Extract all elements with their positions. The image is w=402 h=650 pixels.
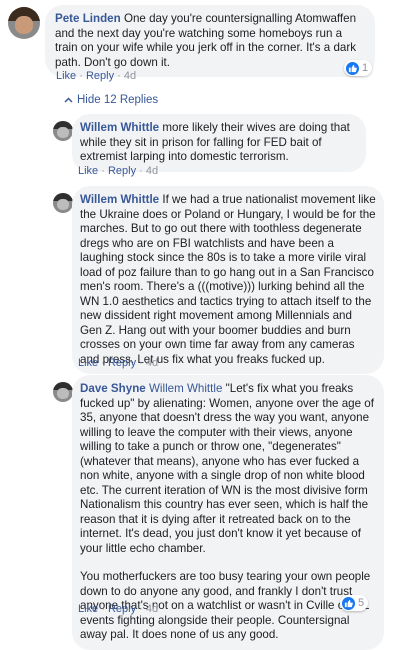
chevron-up-icon (64, 94, 73, 106)
avatar-willem-whittle[interactable] (53, 193, 73, 213)
comment-bubble: Pete Linden One day you're countersignal… (45, 5, 375, 77)
reaction-count-badge[interactable]: 1 (344, 60, 373, 76)
like-link[interactable]: Like (78, 357, 98, 369)
timestamp[interactable]: 4d (124, 70, 136, 82)
mention-link[interactable]: Willem Whittle (149, 382, 222, 395)
like-link[interactable]: Like (78, 603, 98, 615)
comment-actions: Like · Reply · 4d (78, 165, 159, 177)
comment-actions: Like · Reply · 4d (78, 603, 159, 615)
comment-text: "Let's fix what you freaks fucked up" by… (80, 382, 374, 555)
author-name[interactable]: Pete Linden (55, 12, 121, 25)
author-name[interactable]: Willem Whittle (80, 193, 159, 206)
reply-link[interactable]: Reply (108, 165, 136, 177)
timestamp[interactable]: 4d (146, 357, 158, 369)
reply-link[interactable]: Reply (108, 603, 136, 615)
like-link[interactable]: Like (56, 70, 76, 82)
reaction-count: 5 (358, 597, 365, 609)
avatar-willem-whittle[interactable] (53, 121, 73, 141)
comment-actions: Like · Reply · 4d (78, 357, 159, 369)
thumbs-up-icon (342, 596, 355, 610)
thumbs-up-icon (346, 61, 359, 75)
reaction-count: 1 (362, 62, 369, 74)
like-link[interactable]: Like (78, 165, 98, 177)
timestamp[interactable]: 4d (146, 165, 158, 177)
hide-replies-label: Hide 12 Replies (77, 94, 159, 106)
timestamp[interactable]: 4d (146, 603, 158, 615)
hide-replies-link[interactable]: Hide 12 Replies (64, 94, 158, 106)
reply-bubble: Willem Whittle more likely their wives a… (72, 114, 366, 172)
avatar-pete-linden[interactable] (8, 7, 40, 39)
reply-link[interactable]: Reply (108, 357, 136, 369)
author-name[interactable]: Willem Whittle (80, 121, 159, 134)
author-name[interactable]: Dave Shyne (80, 382, 146, 395)
comment-text: If we had a true nationalist movement li… (80, 193, 376, 366)
reply-link[interactable]: Reply (86, 70, 114, 82)
reply-bubble: Willem Whittle If we had a true national… (72, 186, 384, 374)
comment-actions: Like · Reply · 4d (56, 70, 137, 82)
reaction-count-badge[interactable]: 5 (340, 595, 369, 611)
avatar-dave-shyne[interactable] (53, 382, 73, 402)
